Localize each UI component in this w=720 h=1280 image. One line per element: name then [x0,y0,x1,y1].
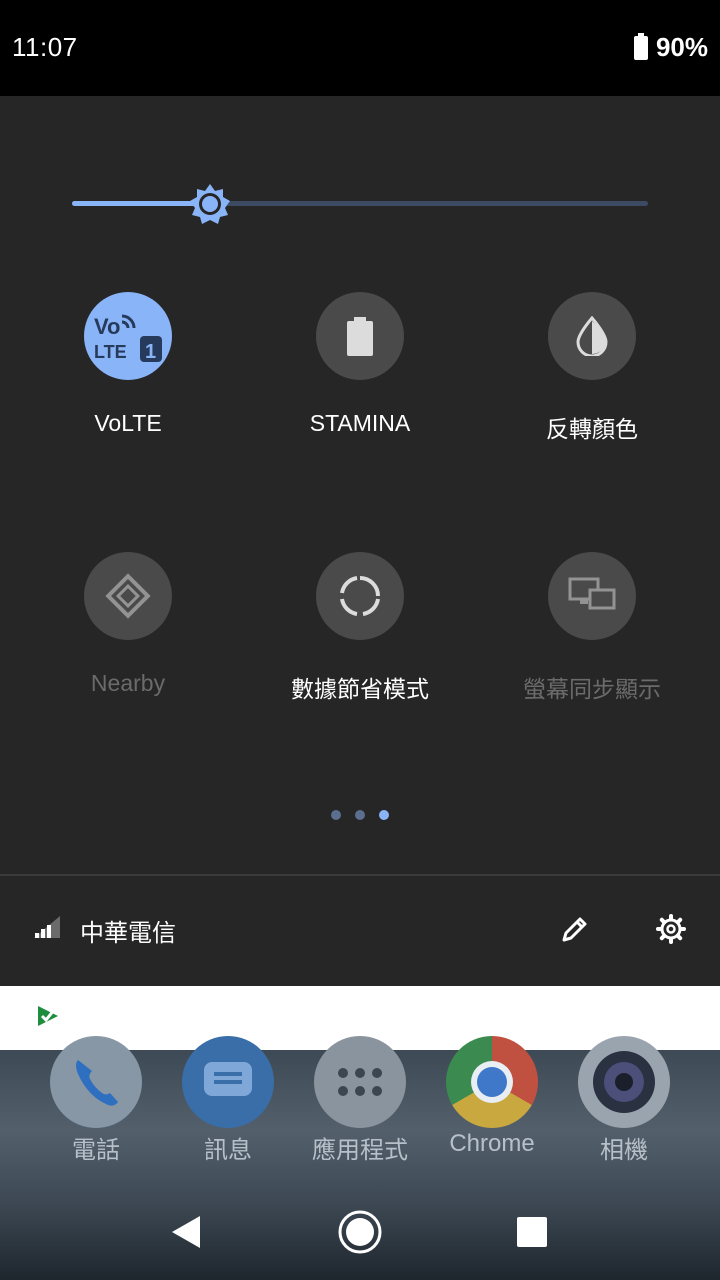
volte-tile-button[interactable]: Vo LTE 1 [84,292,172,380]
dock-phone[interactable]: 電話 [36,1036,156,1165]
svg-text:Vo: Vo [94,314,120,339]
tile-label-data-saver: 數據節省模式 [291,676,429,702]
edit-icon[interactable] [560,914,590,944]
battery-indicator: 90% [633,32,708,63]
camera-icon [578,1036,670,1128]
clock: 11:07 [12,32,78,62]
dock-label-apps: 應用程式 [312,1137,408,1164]
home-icon[interactable] [337,1209,383,1255]
recents-icon[interactable] [516,1216,548,1248]
battery-icon [347,317,373,356]
navigation-bar [0,1182,720,1280]
battery-percent: 90% [655,32,708,62]
screen-cast-tile-button[interactable] [548,552,636,640]
dock-label-chrome: Chrome [449,1130,535,1157]
dock-camera[interactable]: 相機 [564,1036,684,1165]
svg-text:1: 1 [145,341,156,363]
dock-chrome[interactable]: Chrome [432,1036,552,1158]
tile-nearby[interactable]: Nearby [12,552,244,697]
apps-icon [314,1036,406,1128]
tile-screen-cast[interactable]: 螢幕同步顯示 [476,552,708,704]
messages-icon [182,1036,274,1128]
dock-label-messages: 訊息 [204,1137,252,1164]
svg-text:LTE: LTE [94,342,127,362]
page-dot [331,810,341,820]
stamina-tile-button[interactable] [316,292,404,380]
phone-icon [50,1036,142,1128]
page-dot [355,810,365,820]
status-bar: 11:07 90% [0,0,720,96]
data-saver-icon [340,576,380,616]
dock-apps[interactable]: 應用程式 [300,1036,420,1165]
tile-label-stamina: STAMINA [309,410,411,436]
quick-settings-panel: Vo LTE 1 VoLTE STAMINA 反轉顏色 Nearby 數據節省模… [0,96,720,986]
tile-data-saver[interactable]: 數據節省模式 [244,552,476,704]
dock-label-phone: 電話 [72,1137,120,1164]
tile-stamina[interactable]: STAMINA [244,292,476,437]
page-indicator [0,810,720,820]
tile-volte[interactable]: Vo LTE 1 VoLTE [12,292,244,437]
tile-label-invert-colors: 反轉顏色 [546,416,638,442]
gear-icon[interactable] [656,914,686,944]
back-icon[interactable] [170,1214,202,1250]
tile-invert-colors[interactable]: 反轉顏色 [476,292,708,444]
home-screen: 電話 訊息 應用程式 Chrome 相機 [0,1036,720,1280]
brightness-icon [190,184,231,224]
brightness-thumb[interactable] [189,183,231,225]
volte-icon: Vo LTE 1 [94,314,162,363]
screen-cast-icon [568,577,616,610]
dock-label-camera: 相機 [600,1137,648,1164]
dock-messages[interactable]: 訊息 [168,1036,288,1165]
battery-icon [633,32,648,60]
tile-label-screen-cast: 螢幕同步顯示 [523,676,661,702]
task-check-icon [38,1006,58,1026]
nearby-tile-button[interactable] [84,552,172,640]
tile-label-volte: VoLTE [94,410,162,436]
page-dot-active [379,810,389,820]
nearby-icon [105,573,151,619]
invert-colors-icon [576,316,608,356]
quick-settings-footer: 中華電信 [0,876,720,986]
invert-colors-tile-button[interactable] [548,292,636,380]
tile-label-nearby: Nearby [90,670,166,696]
brightness-slider[interactable] [72,184,648,224]
chrome-icon [446,1036,538,1128]
carrier-name: 中華電信 [80,920,176,947]
data-saver-tile-button[interactable] [316,552,404,640]
signal-icon [34,916,60,938]
